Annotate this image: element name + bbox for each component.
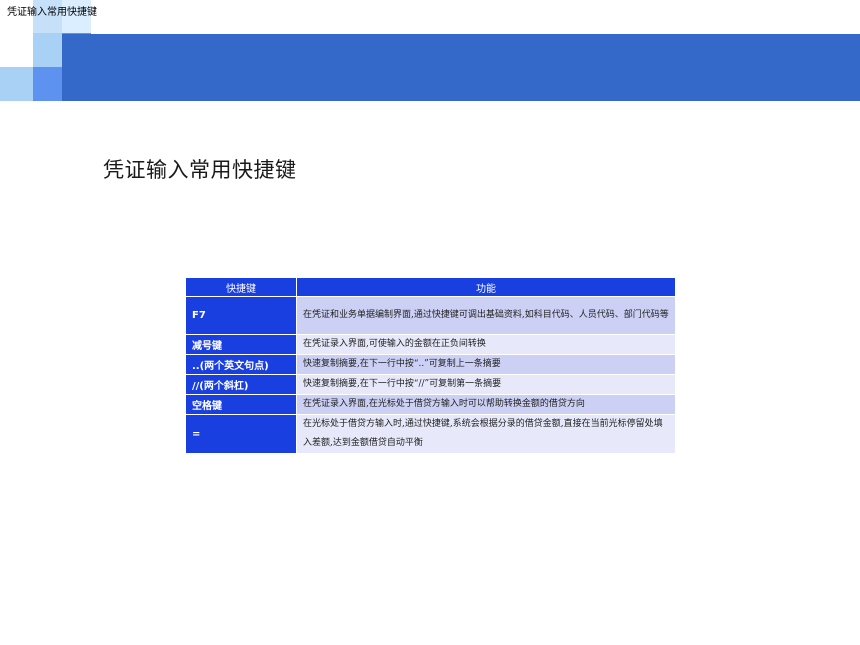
shortcut-description: 在凭证和业务单据编制界面,通过快捷键可调出基础资料,如科目代码、人员代码、部门代…	[296, 296, 676, 335]
decor-square	[33, 33, 62, 67]
table-row: 减号键 在凭证录入界面,可使输入的金额在正负间转换	[185, 334, 676, 355]
slide-caption: 凭证输入常用快捷键	[7, 7, 97, 18]
table-row: //(两个斜杠) 快速复制摘要,在下一行中按“//”可复制第一条摘要	[185, 374, 676, 395]
shortcut-description: 快速复制摘要,在下一行中按“//”可复制第一条摘要	[296, 374, 676, 395]
decor-square	[0, 67, 33, 101]
column-header-key: 快捷键	[185, 277, 297, 297]
shortcut-key: ..(两个英文句点)	[185, 354, 297, 375]
shortcut-key: F7	[185, 296, 297, 335]
shortcut-table: 快捷键 功能 F7 在凭证和业务单据编制界面,通过快捷键可调出基础资料,如科目代…	[185, 277, 676, 454]
table-row: ..(两个英文句点) 快速复制摘要,在下一行中按“..”可复制上一条摘要	[185, 354, 676, 375]
shortcut-description: 在凭证录入界面,可使输入的金额在正负间转换	[296, 334, 676, 355]
header-banner	[62, 34, 860, 101]
shortcut-key: //(两个斜杠)	[185, 374, 297, 395]
shortcut-description: 在凭证录入界面,在光标处于借贷方输入时可以帮助转换金额的借贷方向	[296, 394, 676, 415]
column-header-function: 功能	[296, 277, 676, 297]
table-row: = 在光标处于借贷方输入时,通过快捷键,系统会根据分录的借贷金额,直接在当前光标…	[185, 414, 676, 454]
shortcut-description: 快速复制摘要,在下一行中按“..”可复制上一条摘要	[296, 354, 676, 375]
shortcut-key: 空格键	[185, 394, 297, 415]
shortcut-key: 减号键	[185, 334, 297, 355]
shortcut-key: =	[185, 414, 297, 454]
decor-square	[33, 67, 62, 101]
shortcut-description: 在光标处于借贷方输入时,通过快捷键,系统会根据分录的借贷金额,直接在当前光标停留…	[296, 414, 676, 454]
table-row: 空格键 在凭证录入界面,在光标处于借贷方输入时可以帮助转换金额的借贷方向	[185, 394, 676, 415]
table-row: F7 在凭证和业务单据编制界面,通过快捷键可调出基础资料,如科目代码、人员代码、…	[185, 296, 676, 335]
table-header-row: 快捷键 功能	[185, 277, 676, 297]
page-title: 凭证输入常用快捷键	[103, 158, 297, 182]
